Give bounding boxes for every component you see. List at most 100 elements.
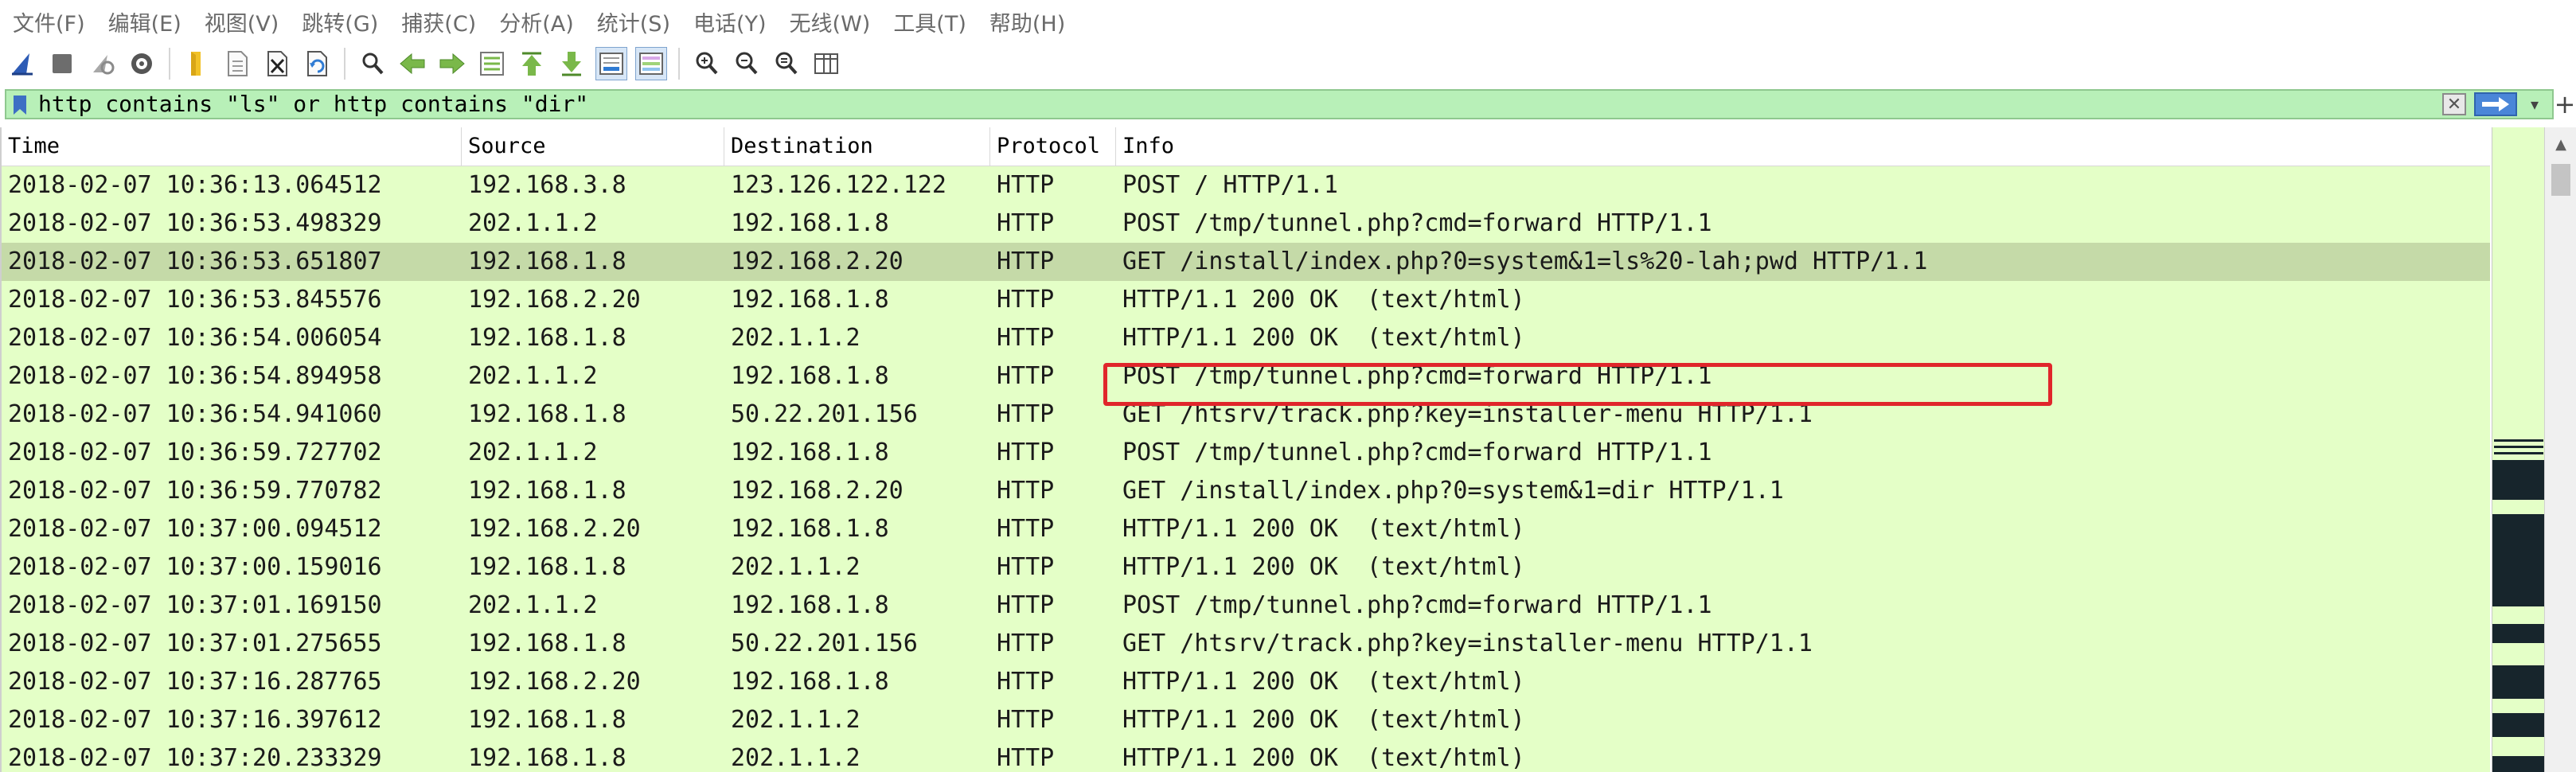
menu-item[interactable]: 帮助(H) — [977, 6, 1065, 37]
packet-row[interactable]: 2018-02-07 10:36:53.845576 192.168.2.20 19… — [2, 281, 2490, 319]
cell-info: HTTP/1.1 200 OK (text/html) — [1122, 668, 1525, 696]
find-packet-icon[interactable] — [357, 47, 388, 80]
display-filter-bar: http contains "ls" or http contains "dir… — [5, 89, 2554, 119]
cell-info: POST /tmp/tunnel.php?cmd=forward HTTP/1.… — [1122, 209, 1712, 237]
cell-protocol: HTTP — [997, 668, 1055, 696]
packet-row[interactable]: 2018-02-07 10:36:53.498329 202.1.1.2 192.1… — [2, 205, 2490, 243]
packet-row[interactable]: 2018-02-07 10:36:54.006054 192.168.1.8 202… — [2, 319, 2490, 357]
filter-history-dropdown[interactable]: ▾ — [2523, 92, 2546, 116]
cell-info: POST /tmp/tunnel.php?cmd=forward HTTP/1.… — [1122, 439, 1712, 466]
menu-item[interactable]: 分析(A) — [486, 6, 574, 37]
go-to-packet-icon[interactable] — [476, 47, 508, 80]
cell-protocol: HTTP — [997, 209, 1055, 237]
cell-info: HTTP/1.1 200 OK (text/html) — [1122, 286, 1525, 314]
cell-info: POST /tmp/tunnel.php?cmd=forward HTTP/1.… — [1122, 591, 1712, 619]
packet-row[interactable]: 2018-02-07 10:36:59.770782 192.168.1.8 192… — [2, 472, 2490, 510]
packet-overview-strip[interactable] — [2492, 127, 2545, 772]
display-filter-input[interactable]: http contains "ls" or http contains "dir… — [38, 91, 588, 118]
open-file-icon[interactable] — [181, 47, 213, 80]
column-header-destination[interactable]: Destination — [724, 127, 990, 166]
cell-time: 2018-02-07 10:36:53.845576 — [8, 286, 382, 314]
cell-destination: 192.168.1.8 — [731, 286, 889, 314]
apply-filter-button[interactable] — [2474, 92, 2517, 116]
scroll-up-icon[interactable]: ▲ — [2545, 131, 2576, 158]
go-last-packet-icon[interactable] — [556, 47, 587, 80]
packet-list: Time Source Destination Protocol Info 20… — [0, 127, 2490, 772]
cell-protocol: HTTP — [997, 248, 1055, 275]
packet-row[interactable]: 2018-02-07 10:37:00.094512 192.168.2.20 19… — [2, 510, 2490, 548]
clear-filter-icon[interactable]: ✕ — [2442, 93, 2466, 115]
packet-row[interactable]: 2018-02-07 10:36:54.894958 202.1.1.2 192.1… — [2, 357, 2490, 396]
zoom-out-icon[interactable] — [731, 47, 763, 80]
normal-size-icon[interactable] — [771, 47, 802, 80]
menu-item[interactable]: 捕获(C) — [388, 6, 476, 37]
packet-list-header: Time Source Destination Protocol Info — [2, 127, 2490, 166]
cell-destination: 202.1.1.2 — [731, 744, 861, 772]
overview-mark — [2492, 713, 2545, 737]
cell-info: POST /tmp/tunnel.php?cmd=forward HTTP/1.… — [1122, 362, 1712, 390]
go-back-icon[interactable] — [396, 47, 428, 80]
add-filter-button-button[interactable]: + — [2555, 89, 2576, 119]
cell-info: GET /htsrv/track.php?key=installer-menu … — [1122, 630, 1813, 657]
menu-item[interactable]: 电话(Y) — [681, 6, 767, 37]
packet-row[interactable]: 2018-02-07 10:36:13.064512 192.168.3.8 123… — [2, 166, 2490, 205]
cell-source: 202.1.1.2 — [468, 362, 598, 390]
colorize-icon[interactable] — [635, 47, 667, 80]
cell-protocol: HTTP — [997, 171, 1055, 199]
reload-file-icon[interactable] — [301, 47, 333, 80]
column-header-protocol[interactable]: Protocol — [990, 127, 1116, 166]
vertical-scrollbar[interactable]: ▲ — [2544, 127, 2576, 772]
cell-protocol: HTTP — [997, 553, 1055, 581]
shark-fin-start-icon[interactable] — [6, 47, 38, 80]
packet-row[interactable]: 2018-02-07 10:37:00.159016 192.168.1.8 202… — [2, 548, 2490, 587]
resize-columns-icon[interactable] — [810, 47, 842, 80]
zoom-in-icon[interactable] — [691, 47, 723, 80]
cell-time: 2018-02-07 10:37:01.275655 — [8, 630, 382, 657]
cell-info: HTTP/1.1 200 OK (text/html) — [1122, 744, 1525, 772]
packet-row-selected[interactable]: 2018-02-07 10:36:53.651807 192.168.1.8 192… — [2, 243, 2490, 281]
autoscroll-icon[interactable] — [595, 47, 627, 80]
stop-capture-icon[interactable] — [46, 47, 78, 80]
cell-time: 2018-02-07 10:36:54.894958 — [8, 362, 382, 390]
packet-row[interactable]: 2018-02-07 10:37:16.287765 192.168.2.20 19… — [2, 663, 2490, 701]
packet-row[interactable]: 2018-02-07 10:37:20.233329 192.168.1.8 202… — [2, 739, 2490, 772]
cell-destination: 192.168.2.20 — [731, 477, 904, 505]
menu-item[interactable]: 视图(V) — [192, 6, 279, 37]
overview-mark — [2492, 756, 2545, 772]
cell-source: 192.168.3.8 — [468, 171, 626, 199]
save-file-icon[interactable] — [221, 47, 253, 80]
cell-time: 2018-02-07 10:36:54.941060 — [8, 400, 382, 428]
packet-row[interactable]: 2018-02-07 10:37:01.169150 202.1.1.2 192.1… — [2, 587, 2490, 625]
packet-row[interactable]: 2018-02-07 10:36:54.941060 192.168.1.8 50.… — [2, 396, 2490, 434]
menu-item[interactable]: 文件(F) — [0, 6, 85, 37]
go-forward-icon[interactable] — [436, 47, 468, 80]
cell-info: HTTP/1.1 200 OK (text/html) — [1122, 324, 1525, 352]
scrollbar-thumb[interactable] — [2551, 164, 2570, 196]
cell-source: 202.1.1.2 — [468, 591, 598, 619]
packet-row[interactable]: 2018-02-07 10:37:16.397612 192.168.1.8 202… — [2, 701, 2490, 739]
menu-item[interactable]: 编辑(E) — [96, 6, 181, 37]
column-header-info[interactable]: Info — [1116, 127, 2490, 166]
cell-destination: 192.168.1.8 — [731, 362, 889, 390]
menu-item[interactable]: 跳转(G) — [289, 6, 378, 37]
cell-info: POST / HTTP/1.1 — [1122, 171, 1338, 199]
overview-mark — [2494, 446, 2543, 448]
cell-protocol: HTTP — [997, 324, 1055, 352]
restart-capture-icon[interactable] — [86, 47, 118, 80]
bookmark-icon[interactable] — [11, 95, 29, 115]
cell-destination: 192.168.2.20 — [731, 248, 904, 275]
cell-protocol: HTTP — [997, 591, 1055, 619]
packet-row[interactable]: 2018-02-07 10:36:59.727702 202.1.1.2 192.1… — [2, 434, 2490, 472]
column-header-time[interactable]: Time — [2, 127, 462, 166]
packet-row[interactable]: 2018-02-07 10:37:01.275655 192.168.1.8 50.… — [2, 625, 2490, 663]
cell-source: 192.168.1.8 — [468, 248, 626, 275]
go-first-packet-icon[interactable] — [516, 47, 548, 80]
cell-info: GET /htsrv/track.php?key=installer-menu … — [1122, 400, 1813, 428]
column-header-source[interactable]: Source — [462, 127, 724, 166]
menu-item[interactable]: 无线(W) — [777, 6, 871, 37]
close-file-icon[interactable] — [261, 47, 293, 80]
cell-source: 192.168.2.20 — [468, 515, 641, 543]
capture-options-icon[interactable] — [126, 47, 158, 80]
menu-item[interactable]: 统计(S) — [584, 6, 670, 37]
menu-item[interactable]: 工具(T) — [880, 6, 966, 37]
